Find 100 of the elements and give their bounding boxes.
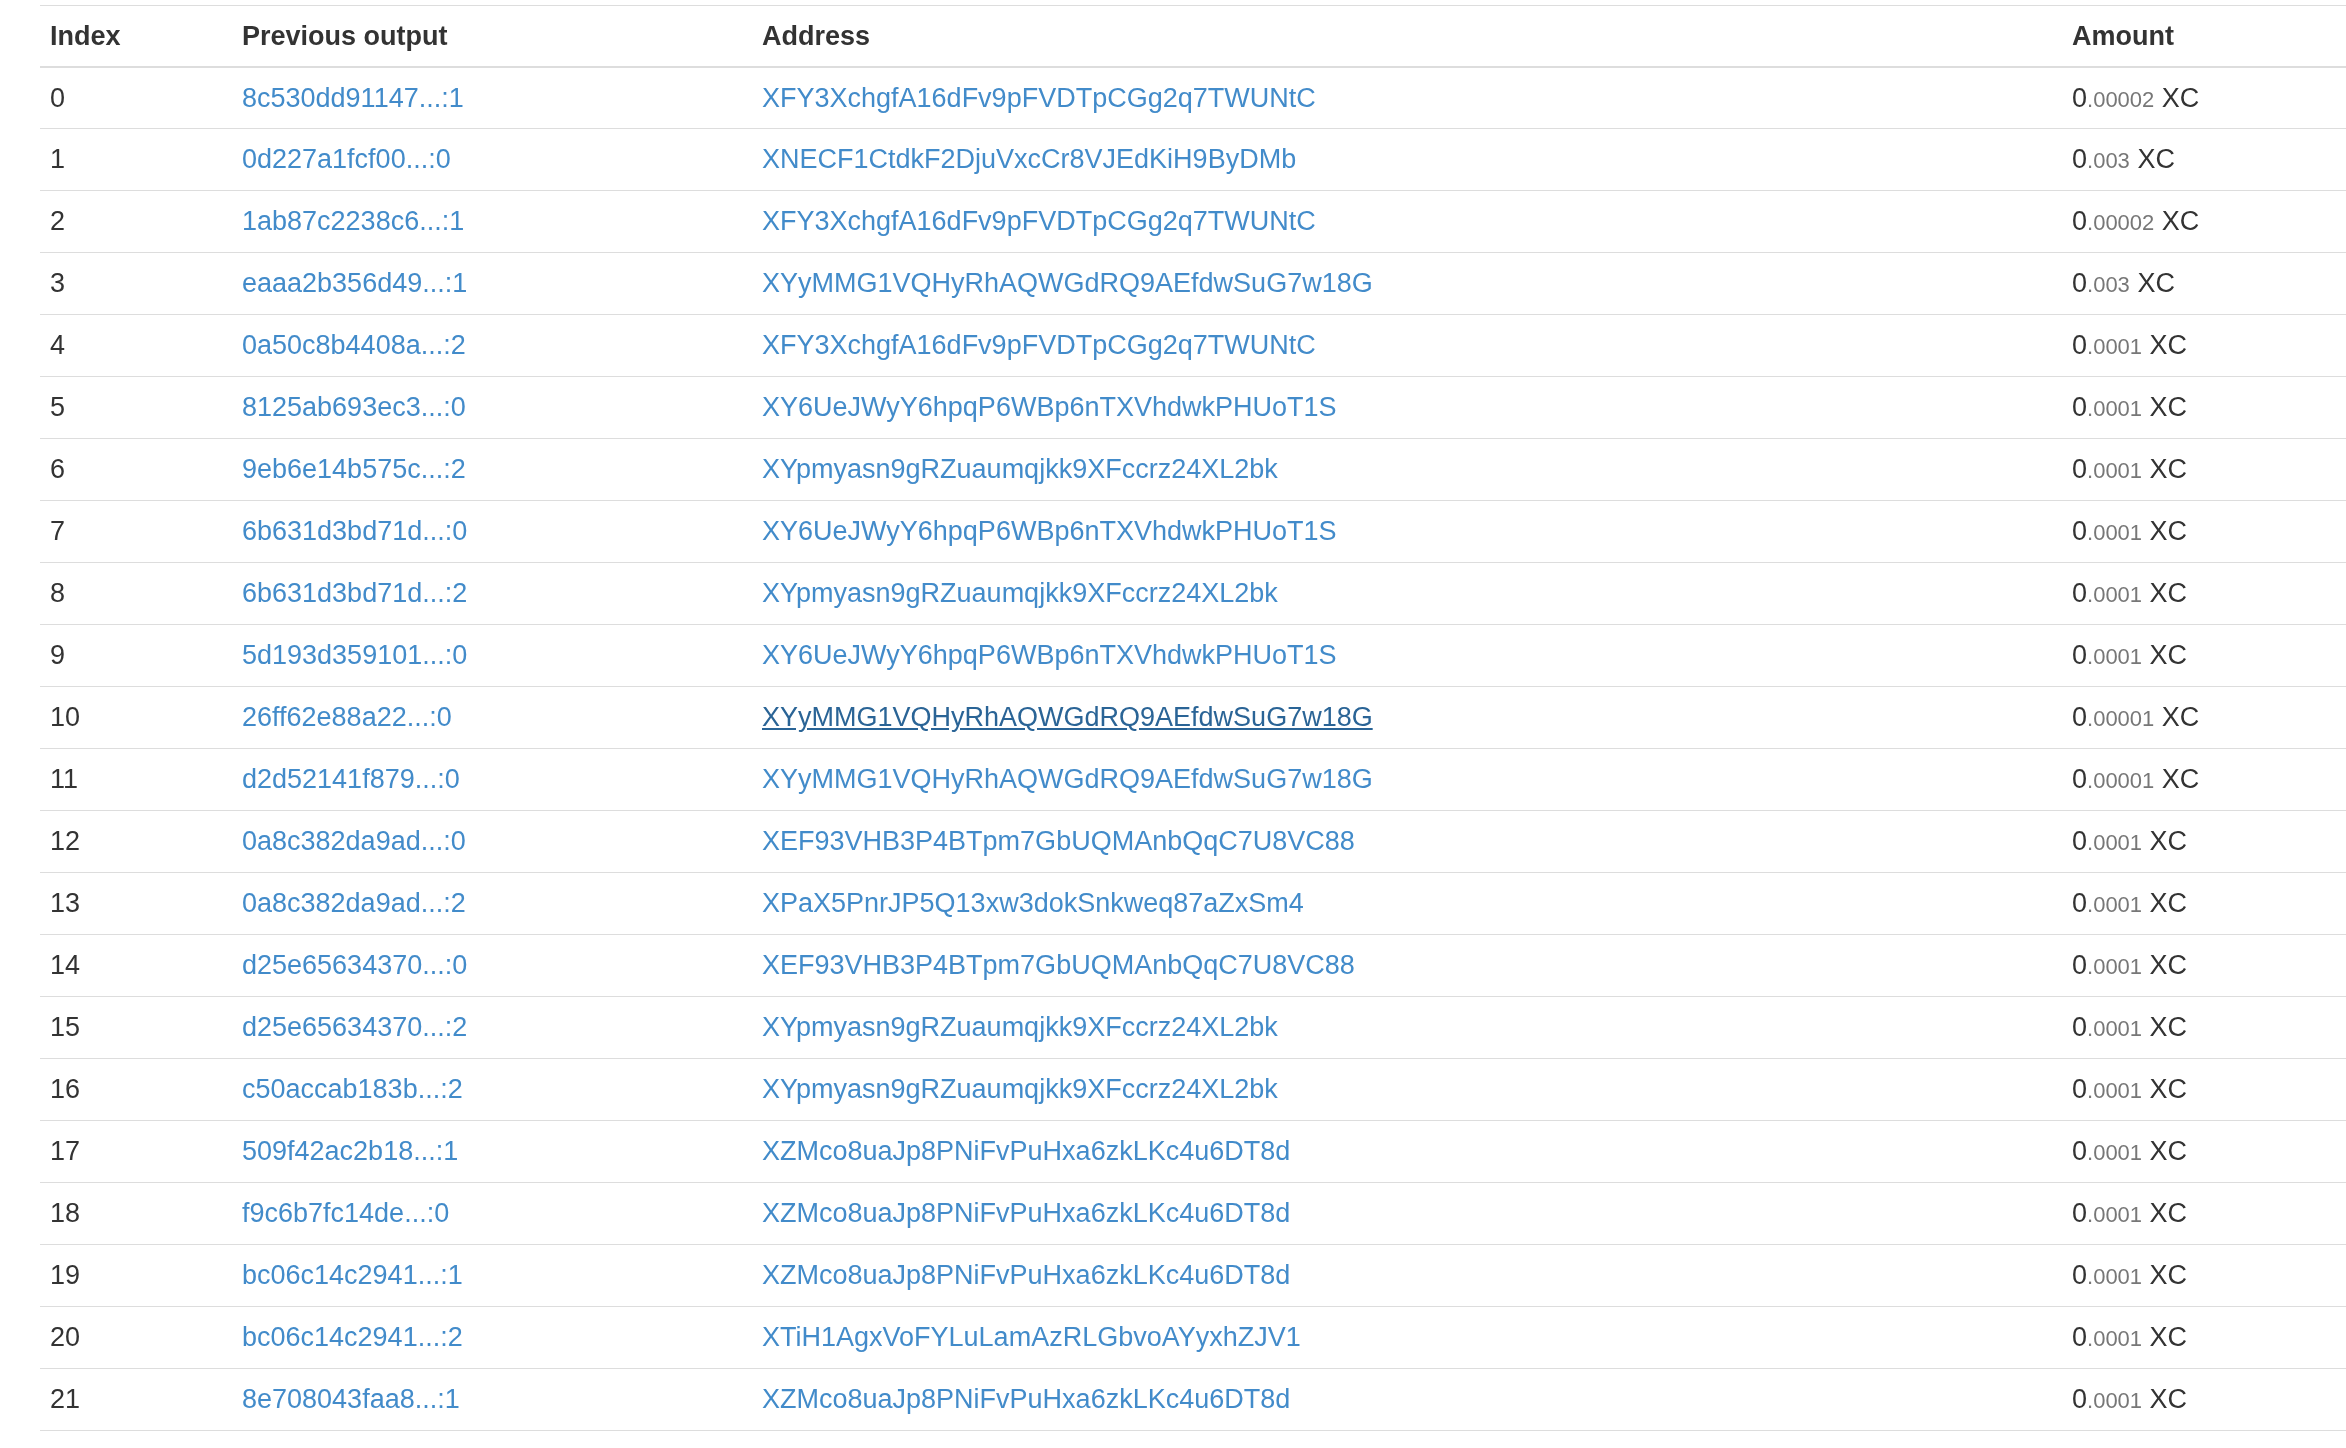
amount-text: 0.0001 xyxy=(2072,516,2143,547)
previous-output-link[interactable]: f9c6b7fc14de...:0 xyxy=(242,1198,450,1229)
amount-text: 0.0001 xyxy=(2072,1198,2143,1229)
previous-output-link[interactable]: 5d193d359101...:0 xyxy=(242,640,468,671)
address-link[interactable]: XFY3XchgfA16dFv9pFVDTpCGg2q7TWUNtC xyxy=(762,82,1316,113)
amount-text: 0.0001 xyxy=(2072,826,2143,857)
index-text: 9 xyxy=(50,640,66,671)
currency-unit: XC xyxy=(2149,454,2188,485)
address-link[interactable]: XTiH1AgxVoFYLuLamAzRLGbvoAYyxhZJV1 xyxy=(762,1322,1301,1353)
currency-unit: XC xyxy=(2161,764,2200,795)
currency-unit: XC xyxy=(2149,1012,2188,1043)
amount-text: 0.0001 xyxy=(2072,950,2143,981)
previous-output-link[interactable]: c50accab183b...:2 xyxy=(242,1074,463,1105)
address-link[interactable]: XYyMMG1VQHyRhAQWGdRQ9AEfdwSuG7w18G xyxy=(762,702,1373,733)
previous-output-link[interactable]: 6b631d3bd71d...:2 xyxy=(242,578,468,609)
address-link[interactable]: XZMco8uaJp8PNiFvPuHxa6zkLKc4u6DT8d xyxy=(762,1198,1291,1229)
amount-text: 0.003 xyxy=(2072,144,2130,175)
currency-unit: XC xyxy=(2161,702,2200,733)
currency-unit: XC xyxy=(2149,950,2188,981)
address-link[interactable]: XFY3XchgfA16dFv9pFVDTpCGg2q7TWUNtC xyxy=(762,206,1316,237)
index-text: 2 xyxy=(50,206,66,237)
previous-output-link[interactable]: 0a8c382da9ad...:0 xyxy=(242,826,466,857)
previous-output-link[interactable]: 26ff62e88a22...:0 xyxy=(242,702,452,733)
index-text: 4 xyxy=(50,330,66,361)
address-link[interactable]: XYpmyasn9gRZuaumqjkk9XFccrz24XL2bk xyxy=(762,578,1278,609)
address-link[interactable]: XYyMMG1VQHyRhAQWGdRQ9AEfdwSuG7w18G xyxy=(762,268,1373,299)
address-link[interactable]: XYpmyasn9gRZuaumqjkk9XFccrz24XL2bk xyxy=(762,1074,1278,1105)
address-link[interactable]: XEF93VHB3P4BTpm7GbUQMAnbQqC7U8VC88 xyxy=(762,826,1355,857)
currency-unit: XC xyxy=(2149,392,2188,423)
amount-text: 0.00001 xyxy=(2072,702,2155,733)
index-text: 13 xyxy=(50,888,81,919)
currency-unit: XC xyxy=(2149,640,2188,671)
previous-output-link[interactable]: d2d52141f879...:0 xyxy=(242,764,460,795)
address-link[interactable]: XY6UeJWyY6hpqP6WBp6nTXVhdwkPHUoT1S xyxy=(762,516,1337,547)
currency-unit: XC xyxy=(2149,1136,2188,1167)
index-text: 20 xyxy=(50,1322,81,1353)
index-text: 17 xyxy=(50,1136,81,1167)
currency-unit: XC xyxy=(2149,1322,2188,1353)
amount-text: 0.0001 xyxy=(2072,640,2143,671)
currency-unit: XC xyxy=(2161,82,2200,113)
index-text: 1 xyxy=(50,144,66,175)
previous-output-link[interactable]: 6b631d3bd71d...:0 xyxy=(242,516,468,547)
currency-unit: XC xyxy=(2149,826,2188,857)
previous-output-link[interactable]: d25e65634370...:0 xyxy=(242,950,468,981)
address-link[interactable]: XZMco8uaJp8PNiFvPuHxa6zkLKc4u6DT8d xyxy=(762,1260,1291,1291)
column-header: Address xyxy=(762,20,871,51)
previous-output-link[interactable]: 0a50c8b4408a...:2 xyxy=(242,330,466,361)
currency-unit: XC xyxy=(2149,578,2188,609)
currency-unit: XC xyxy=(2137,268,2175,299)
currency-unit: XC xyxy=(2149,888,2188,919)
address-link[interactable]: XYpmyasn9gRZuaumqjkk9XFccrz24XL2bk xyxy=(762,1012,1278,1043)
amount-text: 0.0001 xyxy=(2072,1322,2143,1353)
previous-output-link[interactable]: 8c530dd91147...:1 xyxy=(242,82,464,113)
amount-text: 0.0001 xyxy=(2072,392,2143,423)
address-link[interactable]: XZMco8uaJp8PNiFvPuHxa6zkLKc4u6DT8d xyxy=(762,1384,1291,1415)
previous-output-link[interactable]: 8e708043faa8...:1 xyxy=(242,1384,460,1415)
address-link[interactable]: XYyMMG1VQHyRhAQWGdRQ9AEfdwSuG7w18G xyxy=(762,764,1373,795)
previous-output-link[interactable]: 1ab87c2238c6...:1 xyxy=(242,206,465,237)
previous-output-link[interactable]: 0a8c382da9ad...:2 xyxy=(242,888,466,919)
index-text: 15 xyxy=(50,1012,81,1043)
address-link[interactable]: XY6UeJWyY6hpqP6WBp6nTXVhdwkPHUoT1S xyxy=(762,392,1337,423)
amount-text: 0.0001 xyxy=(2072,888,2143,919)
index-text: 3 xyxy=(50,268,66,299)
address-link[interactable]: XEF93VHB3P4BTpm7GbUQMAnbQqC7U8VC88 xyxy=(762,950,1355,981)
index-text: 14 xyxy=(50,950,81,981)
currency-unit: XC xyxy=(2149,1260,2188,1291)
amount-text: 0.0001 xyxy=(2072,1136,2143,1167)
address-link[interactable]: XNECF1CtdkF2DjuVxcCr8VJEdKiH9ByDMb xyxy=(762,144,1297,175)
currency-unit: XC xyxy=(2161,206,2200,237)
currency-unit: XC xyxy=(2149,1198,2188,1229)
address-link[interactable]: XY6UeJWyY6hpqP6WBp6nTXVhdwkPHUoT1S xyxy=(762,640,1337,671)
amount-text: 0.0001 xyxy=(2072,1384,2143,1415)
previous-output-link[interactable]: d25e65634370...:2 xyxy=(242,1012,468,1043)
amount-text: 0.00002 xyxy=(2072,82,2155,113)
previous-output-link[interactable]: 8125ab693ec3...:0 xyxy=(242,392,466,423)
address-link[interactable]: XPaX5PnrJP5Q13xw3dokSnkweq87aZxSm4 xyxy=(762,888,1304,919)
index-text: 10 xyxy=(50,702,81,733)
address-link[interactable]: XZMco8uaJp8PNiFvPuHxa6zkLKc4u6DT8d xyxy=(762,1136,1291,1167)
index-text: 5 xyxy=(50,392,66,423)
previous-output-link[interactable]: bc06c14c2941...:1 xyxy=(242,1260,463,1291)
address-link[interactable]: XFY3XchgfA16dFv9pFVDTpCGg2q7TWUNtC xyxy=(762,330,1316,361)
previous-output-link[interactable]: 0d227a1fcf00...:0 xyxy=(242,144,451,175)
address-link[interactable]: XYpmyasn9gRZuaumqjkk9XFccrz24XL2bk xyxy=(762,454,1278,485)
currency-unit: XC xyxy=(2149,1074,2188,1105)
currency-unit: XC xyxy=(2149,1384,2188,1415)
amount-text: 0.00002 xyxy=(2072,206,2155,237)
amount-text: 0.003 xyxy=(2072,268,2130,299)
previous-output-link[interactable]: eaaa2b356d49...:1 xyxy=(242,268,468,299)
index-text: 12 xyxy=(50,826,81,857)
previous-output-link[interactable]: bc06c14c2941...:2 xyxy=(242,1322,463,1353)
amount-text: 0.0001 xyxy=(2072,578,2143,609)
amount-text: 0.0001 xyxy=(2072,1012,2143,1043)
previous-output-link[interactable]: 9eb6e14b575c...:2 xyxy=(242,454,466,485)
amount-text: 0.0001 xyxy=(2072,1074,2143,1105)
previous-output-link[interactable]: 509f42ac2b18...:1 xyxy=(242,1136,459,1167)
column-header: Previous output xyxy=(242,20,448,51)
currency-unit: XC xyxy=(2137,144,2175,175)
index-text: 19 xyxy=(50,1260,81,1291)
index-text: 16 xyxy=(50,1074,81,1105)
amount-text: 0.00001 xyxy=(2072,764,2155,795)
